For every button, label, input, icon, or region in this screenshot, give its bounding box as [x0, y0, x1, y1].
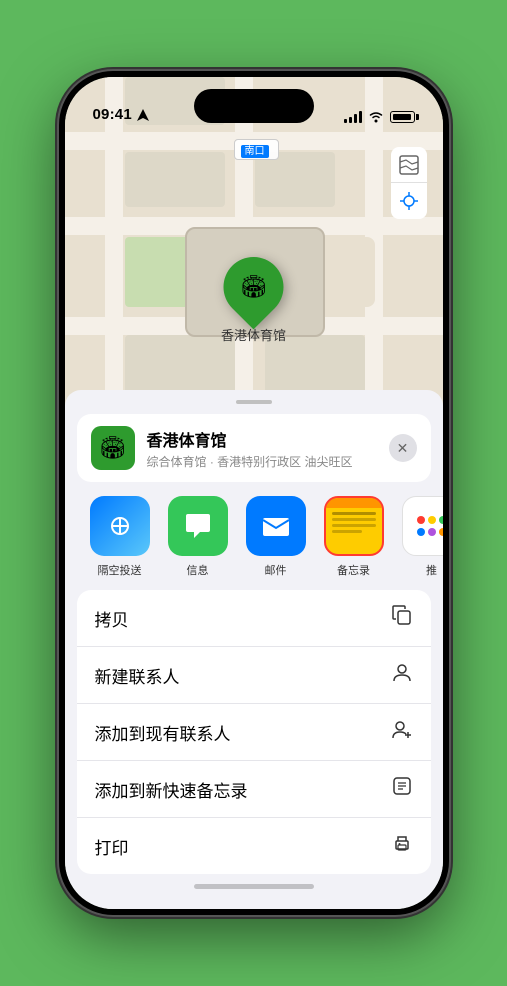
- venue-name: 香港体育馆: [147, 427, 389, 451]
- venue-description: 综合体育馆 · 香港特别行政区 油尖旺区: [147, 453, 389, 470]
- phone-screen: 09:41: [65, 77, 443, 909]
- dynamic-island: [194, 89, 314, 123]
- action-print-label: 打印: [95, 834, 129, 859]
- action-quick-note-label: 添加到新快速备忘录: [95, 777, 248, 802]
- action-copy[interactable]: 拷贝: [77, 590, 431, 647]
- add-contact-icon: [391, 718, 413, 746]
- airdrop-label: 隔空投送: [98, 562, 142, 578]
- messages-icon: [168, 496, 228, 556]
- signal-bars-icon: [344, 111, 362, 123]
- mail-icon: [246, 496, 306, 556]
- action-print[interactable]: 打印: [77, 818, 431, 874]
- print-icon: [391, 832, 413, 860]
- quick-note-icon: [391, 775, 413, 803]
- more-icon: [402, 496, 443, 556]
- action-list: 拷贝 新建联系人: [77, 590, 431, 874]
- action-new-contact[interactable]: 新建联系人: [77, 647, 431, 704]
- action-copy-label: 拷贝: [95, 606, 129, 631]
- pin-circle: 🏟: [211, 245, 296, 330]
- phone-frame: 09:41: [59, 71, 449, 915]
- mail-label: 邮件: [265, 562, 287, 578]
- venue-card: 🏟 香港体育馆 综合体育馆 · 香港特别行政区 油尖旺区 ✕: [77, 414, 431, 482]
- action-quick-note[interactable]: 添加到新快速备忘录: [77, 761, 431, 818]
- battery-icon: [390, 111, 415, 123]
- airdrop-icon: [90, 496, 150, 556]
- venue-info: 香港体育馆 综合体育馆 · 香港特别行政区 油尖旺区: [147, 427, 389, 470]
- share-item-messages[interactable]: 信息: [159, 496, 237, 578]
- location-pin: 🏟 香港体育馆: [221, 257, 286, 344]
- more-label: 推: [426, 562, 437, 578]
- action-add-contact-label: 添加到现有联系人: [95, 720, 231, 745]
- messages-label: 信息: [187, 562, 209, 578]
- map-label: 南口: [234, 139, 279, 160]
- wifi-icon: [368, 111, 384, 123]
- pin-icon: 🏟: [240, 274, 268, 300]
- location-button[interactable]: [391, 183, 427, 219]
- share-row: 隔空投送 信息: [65, 482, 443, 578]
- map-type-button[interactable]: [391, 147, 427, 183]
- bottom-sheet: 🏟 香港体育馆 综合体育馆 · 香港特别行政区 油尖旺区 ✕: [65, 390, 443, 909]
- close-button[interactable]: ✕: [389, 434, 417, 462]
- share-item-airdrop[interactable]: 隔空投送: [81, 496, 159, 578]
- notes-icon: [324, 496, 384, 556]
- action-new-contact-label: 新建联系人: [95, 663, 180, 688]
- home-indicator: [194, 884, 314, 889]
- status-icons: [344, 111, 415, 123]
- venue-icon: 🏟: [91, 426, 135, 470]
- copy-icon: [391, 604, 413, 632]
- share-item-notes[interactable]: 备忘录: [315, 496, 393, 578]
- location-icon: [136, 108, 150, 122]
- share-item-more[interactable]: 推: [393, 496, 443, 578]
- new-contact-icon: [391, 661, 413, 689]
- action-add-to-contact[interactable]: 添加到现有联系人: [77, 704, 431, 761]
- notes-label: 备忘录: [337, 562, 370, 578]
- map-controls: [391, 147, 427, 219]
- sheet-handle: [236, 400, 272, 404]
- share-item-mail[interactable]: 邮件: [237, 496, 315, 578]
- status-time: 09:41: [93, 106, 132, 123]
